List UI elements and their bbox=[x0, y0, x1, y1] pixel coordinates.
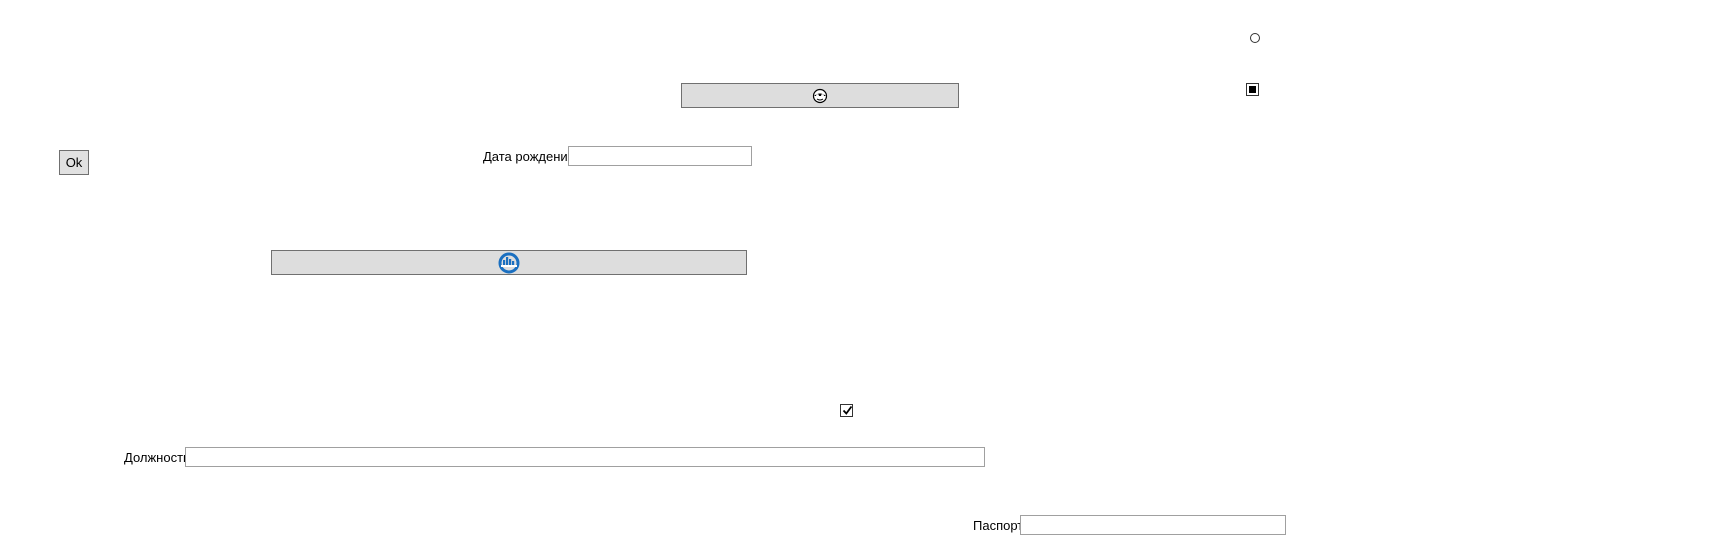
birth-date-input[interactable] bbox=[568, 146, 752, 166]
position-input[interactable] bbox=[185, 447, 985, 467]
face-icon-button[interactable] bbox=[681, 83, 959, 108]
birth-date-label: Дата рождения bbox=[483, 149, 575, 164]
ok-button[interactable]: Ok bbox=[59, 150, 89, 175]
face-mask-icon bbox=[812, 88, 828, 104]
indeterminate-checkbox[interactable] bbox=[1246, 83, 1259, 96]
checked-checkbox[interactable] bbox=[840, 404, 853, 417]
radio-button[interactable] bbox=[1250, 33, 1260, 43]
city-icon-button[interactable] bbox=[271, 250, 747, 275]
passport-input[interactable] bbox=[1020, 515, 1286, 535]
checkmark-icon bbox=[842, 405, 853, 415]
position-label: Должность bbox=[124, 450, 190, 465]
form-canvas: Ok Дата рождения Должность Паспорт bbox=[0, 0, 1736, 537]
city-skyline-icon bbox=[498, 252, 520, 274]
passport-label: Паспорт bbox=[973, 518, 1024, 533]
